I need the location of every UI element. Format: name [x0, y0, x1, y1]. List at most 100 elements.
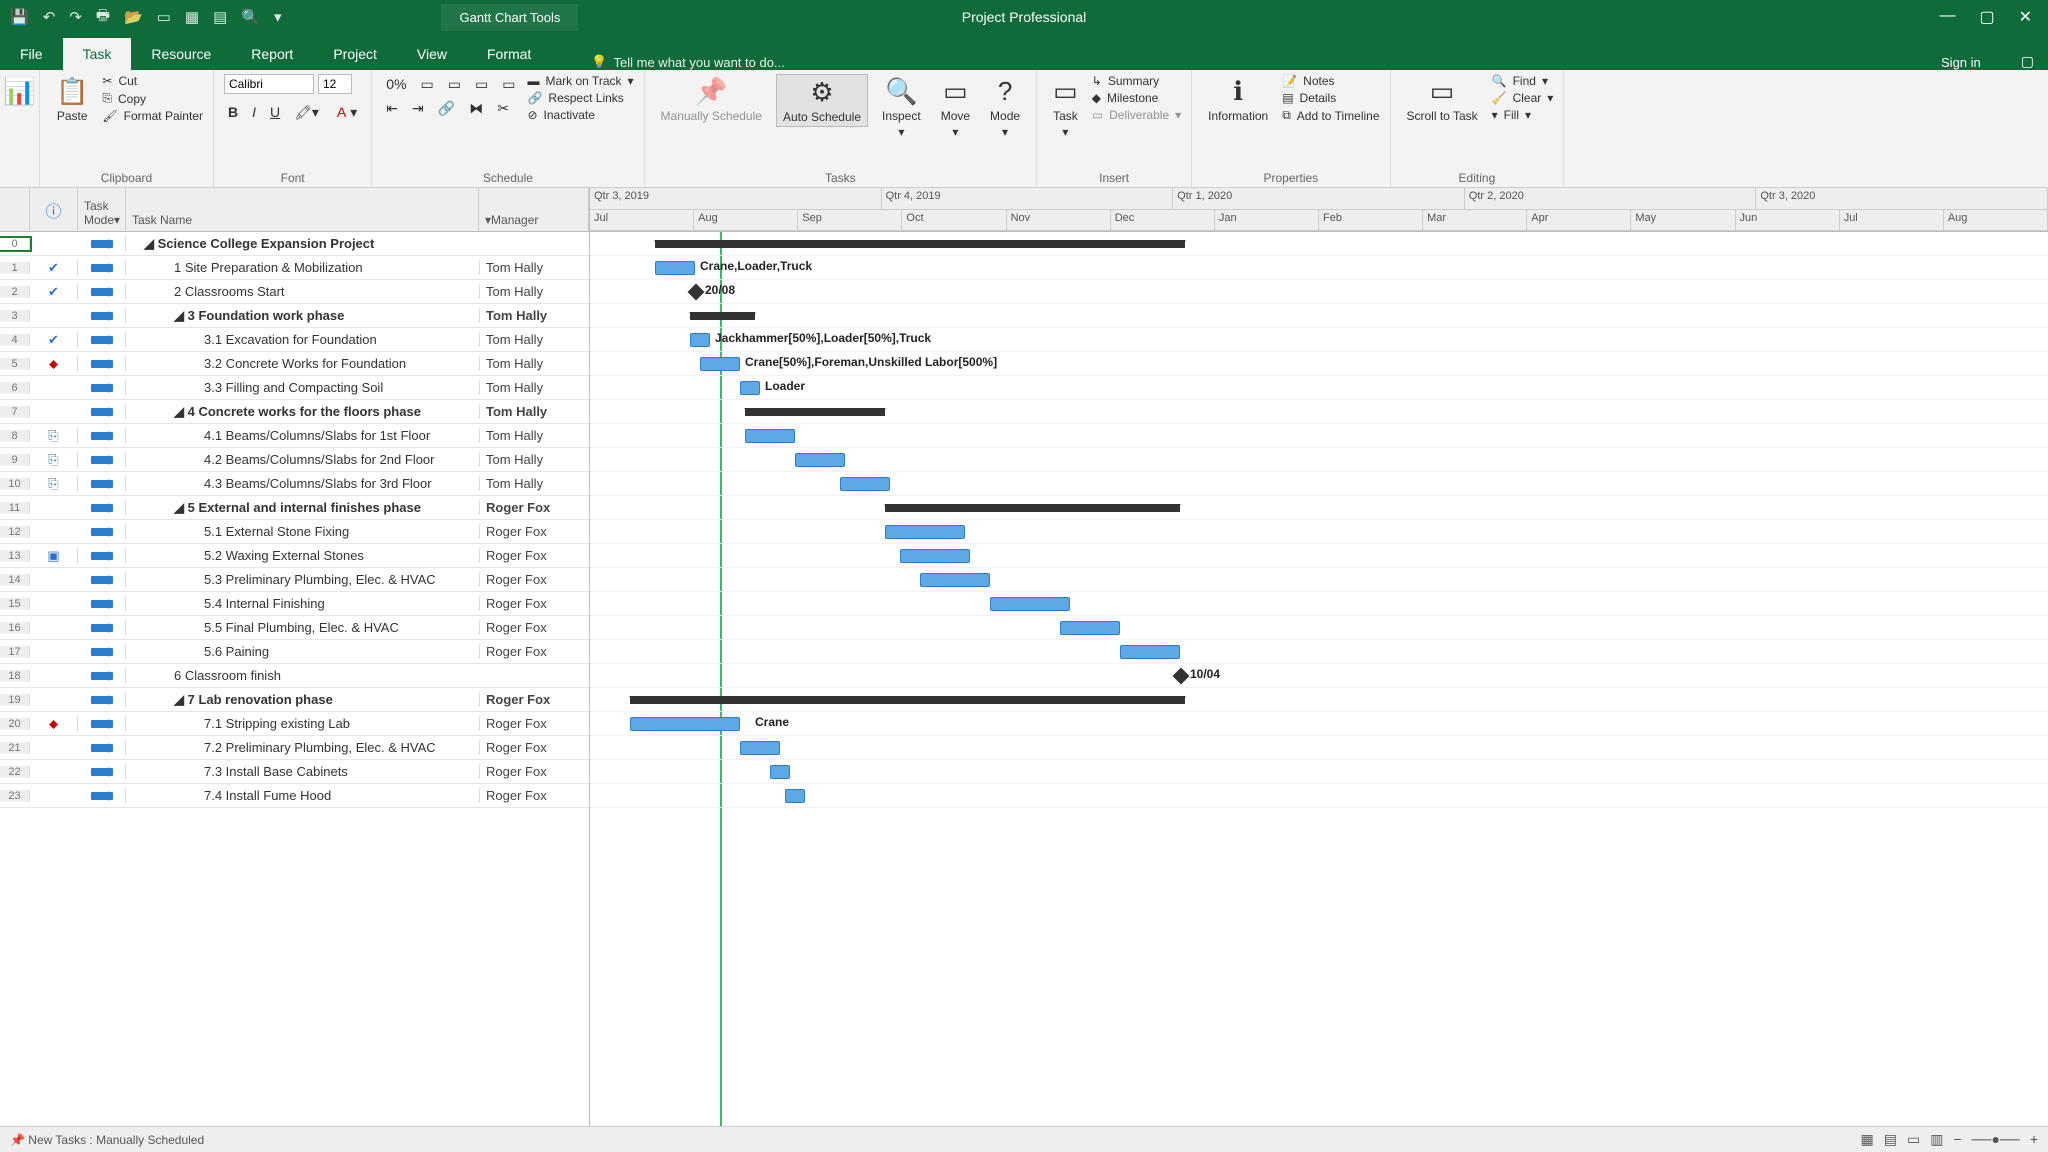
cut-button[interactable]: ✂ Cut: [102, 74, 203, 88]
outdent-button[interactable]: ⇤: [382, 98, 402, 119]
task-row[interactable]: 8⎘4.1 Beams/Columns/Slabs for 1st FloorT…: [0, 424, 589, 448]
tab-resource[interactable]: Resource: [131, 38, 231, 70]
add-timeline-button[interactable]: ⧉ Add to Timeline: [1282, 108, 1379, 123]
zoom-icon[interactable]: 🔍: [241, 8, 260, 26]
clear-button[interactable]: 🧹 Clear ▾: [1492, 91, 1554, 105]
redo-icon[interactable]: ↷: [69, 8, 82, 26]
fill-button[interactable]: ▾ Fill ▾: [1492, 108, 1554, 122]
view1-icon[interactable]: ▦: [1861, 1131, 1874, 1148]
underline-button[interactable]: U: [266, 102, 284, 123]
scroll-to-task-button[interactable]: ▭Scroll to Task: [1401, 74, 1484, 125]
unlink-button[interactable]: ⧓: [465, 98, 487, 119]
tab-report[interactable]: Report: [231, 38, 313, 70]
notes-button[interactable]: 📝 Notes: [1282, 74, 1379, 88]
italic-button[interactable]: I: [248, 102, 260, 123]
collapse-ribbon-icon[interactable]: ▢: [2021, 53, 2048, 70]
pct50-button[interactable]: ▭: [444, 74, 465, 95]
task-table[interactable]: 0◢ Science College Expansion Project1✔1 …: [0, 232, 590, 1126]
zoom-in-icon[interactable]: +: [2030, 1131, 2038, 1148]
task-row[interactable]: 125.1 External Stone FixingRoger Fox: [0, 520, 589, 544]
tell-me[interactable]: 💡 Tell me what you want to do...: [591, 54, 784, 70]
gantt-chart[interactable]: Crane,Loader,Truck20/08Jackhammer[50%],L…: [590, 232, 2048, 1126]
zoom-slider[interactable]: ──●──: [1972, 1131, 2020, 1148]
inspect-button[interactable]: 🔍Inspect▾: [876, 74, 927, 141]
task-row[interactable]: 5⬥3.2 Concrete Works for FoundationTom H…: [0, 352, 589, 376]
new-tasks-mode[interactable]: 📌 New Tasks : Manually Scheduled: [10, 1133, 204, 1147]
task-row[interactable]: 1✔1 Site Preparation & MobilizationTom H…: [0, 256, 589, 280]
auto-schedule-button[interactable]: ⚙Auto Schedule: [776, 74, 868, 127]
timescale: ⓘ Task Mode ▾ Task Name ▾ Manager Qtr 3,…: [0, 188, 2048, 232]
task-row[interactable]: 3◢ 3 Foundation work phaseTom Hally: [0, 304, 589, 328]
task-row[interactable]: 10⎘4.3 Beams/Columns/Slabs for 3rd Floor…: [0, 472, 589, 496]
respect-links-button[interactable]: 🔗 Respect Links: [527, 91, 633, 105]
task-row[interactable]: 63.3 Filling and Compacting SoilTom Hall…: [0, 376, 589, 400]
more-icon[interactable]: ▾: [274, 8, 282, 26]
find-button[interactable]: 🔍 Find ▾: [1492, 74, 1554, 88]
task-row[interactable]: 11◢ 5 External and internal finishes pha…: [0, 496, 589, 520]
format-painter-button[interactable]: 🖌 Format Painter: [102, 109, 203, 123]
fontcolor-button[interactable]: A▾: [329, 102, 361, 123]
win-icon[interactable]: ▦: [185, 8, 199, 26]
bgcolor-button[interactable]: 🖍▾: [290, 102, 323, 123]
task-row[interactable]: 9⎘4.2 Beams/Columns/Slabs for 2nd FloorT…: [0, 448, 589, 472]
task-insert-button[interactable]: ▭Task▾: [1047, 74, 1084, 141]
task-row[interactable]: 227.3 Install Base CabinetsRoger Fox: [0, 760, 589, 784]
milestone-button[interactable]: ◆ Milestone: [1092, 91, 1181, 105]
mode-button[interactable]: ?Mode▾: [984, 74, 1026, 141]
task-row[interactable]: 237.4 Install Fume HoodRoger Fox: [0, 784, 589, 808]
sign-in[interactable]: Sign in: [1941, 55, 2021, 70]
task-row[interactable]: 186 Classroom finish: [0, 664, 589, 688]
minimize-icon[interactable]: —: [1939, 7, 1955, 27]
view2-icon[interactable]: ▤: [1884, 1131, 1897, 1148]
task-row[interactable]: 145.3 Preliminary Plumbing, Elec. & HVAC…: [0, 568, 589, 592]
paste-button[interactable]: 📋Paste: [50, 74, 94, 125]
copy-button[interactable]: ⎘ Copy: [102, 91, 203, 106]
task-row[interactable]: 217.2 Preliminary Plumbing, Elec. & HVAC…: [0, 736, 589, 760]
bold-button[interactable]: B: [224, 102, 242, 123]
task-row[interactable]: 7◢ 4 Concrete works for the floors phase…: [0, 400, 589, 424]
information-button[interactable]: ℹInformation: [1202, 74, 1274, 125]
cal-icon[interactable]: ▤: [213, 8, 227, 26]
open-icon[interactable]: 📂: [124, 8, 143, 26]
pct25-button[interactable]: ▭: [417, 74, 438, 95]
inactivate-button[interactable]: ⊘ Inactivate: [527, 108, 633, 122]
link-button[interactable]: 🔗: [434, 98, 459, 119]
task-row[interactable]: 0◢ Science College Expansion Project: [0, 232, 589, 256]
view3-icon[interactable]: ▭: [1907, 1131, 1920, 1148]
task-row[interactable]: 155.4 Internal FinishingRoger Fox: [0, 592, 589, 616]
task-row[interactable]: 19◢ 7 Lab renovation phaseRoger Fox: [0, 688, 589, 712]
print-icon[interactable]: 🖶: [96, 5, 110, 30]
details-button[interactable]: ▤ Details: [1282, 91, 1379, 105]
pct0-button[interactable]: 0%: [382, 74, 410, 95]
zoom-out-icon[interactable]: −: [1953, 1131, 1961, 1148]
undo-icon[interactable]: ↶: [43, 8, 56, 26]
maximize-icon[interactable]: ▢: [1979, 7, 1994, 27]
tab-task[interactable]: Task: [63, 38, 132, 70]
summary-button[interactable]: ↳ Summary: [1092, 74, 1181, 88]
font-name-input[interactable]: [224, 74, 314, 94]
gantt-view-button[interactable]: 📊: [10, 74, 29, 109]
task-row[interactable]: 165.5 Final Plumbing, Elec. & HVACRoger …: [0, 616, 589, 640]
task-row[interactable]: 175.6 PainingRoger Fox: [0, 640, 589, 664]
task-row[interactable]: 4✔3.1 Excavation for FoundationTom Hally: [0, 328, 589, 352]
tab-file[interactable]: File: [0, 38, 63, 70]
save-icon[interactable]: 💾: [10, 8, 29, 26]
mark-on-track-button[interactable]: ▬ Mark on Track ▾: [527, 74, 633, 88]
deliverable-button[interactable]: ▭ Deliverable ▾: [1092, 108, 1181, 122]
task-row[interactable]: 20⬥7.1 Stripping existing LabRoger Fox: [0, 712, 589, 736]
pct75-button[interactable]: ▭: [471, 74, 492, 95]
task-row[interactable]: 2✔2 Classrooms StartTom Hally: [0, 280, 589, 304]
font-size-input[interactable]: [318, 74, 352, 94]
tab-project[interactable]: Project: [313, 38, 397, 70]
close-icon[interactable]: ✕: [2019, 7, 2032, 27]
split-button[interactable]: ✂: [493, 98, 513, 119]
tab-view[interactable]: View: [397, 38, 467, 70]
task-row[interactable]: 13▣5.2 Waxing External StonesRoger Fox: [0, 544, 589, 568]
move-button[interactable]: ▭Move▾: [935, 74, 976, 141]
pct100-button[interactable]: ▭: [498, 74, 519, 95]
indent-button[interactable]: ⇥: [408, 98, 428, 119]
new-icon[interactable]: ▭: [157, 8, 171, 26]
view4-icon[interactable]: ▥: [1930, 1131, 1943, 1148]
manually-schedule-button[interactable]: 📌Manually Schedule: [655, 74, 768, 125]
tab-format[interactable]: Format: [467, 38, 551, 70]
